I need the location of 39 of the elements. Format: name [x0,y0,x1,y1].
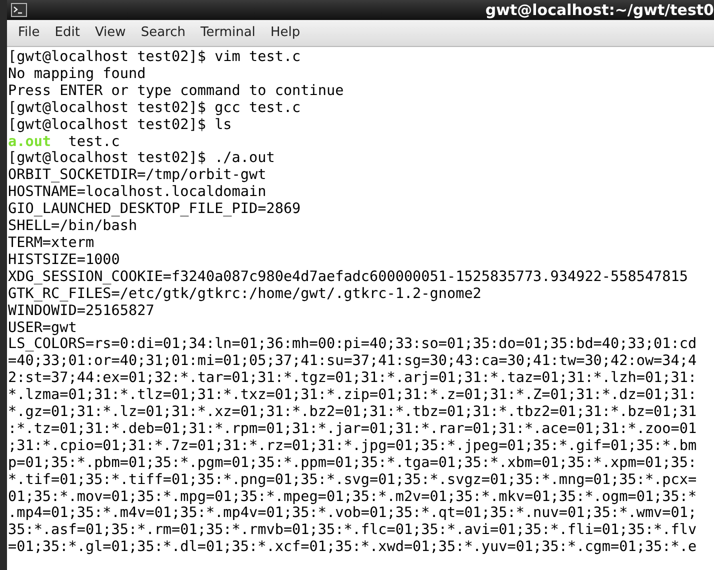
terminal-line: HOSTNAME=localhost.localdomain [8,184,266,202]
terminal-line: TERM=xterm [8,234,94,252]
window-title: gwt@localhost:~/gwt/test0 [485,0,714,20]
terminal-line: HISTSIZE=1000 [8,252,120,269]
menu-item[interactable]: Help [264,23,306,43]
menu-item[interactable]: Edit [48,23,86,43]
terminal-line: :*.tz=01;31:*.deb=01;31:*.rpm=01;31:*.jar=01;31:*.rar=01;31:*.ace=01;31:*.zoo=01 [8,420,697,438]
terminal-line: 2:st=37;44:ex=01;32:*.tar=01;31:*.tgz=01;31:*.arj=01;31:*.taz=01;31:*.lzh=01;31: [8,370,697,388]
terminal-line: *.gz=01;31:*.lz=01;31:*.xz=01;31:*.bz2=01;31:*.tbz=01;31:*.tbz2=01;31:*.bz=01;31 [8,404,697,421]
terminal-line: [gwt@localhost test02]$ ./a.out [8,150,275,168]
terminal-line: LS_COLORS=rs=0:di=01;34:ln=01;36:mh=00:pi=40;33:so=01;35:do=01;35:bd=40;33;01:cd [8,336,697,354]
terminal-line: 35:*.asf=01;35:*.rm=01;35:*.rmvb=01;35:*.flc=01;35:*.avi=01;35:*.fli=01;35:*.flv [8,522,697,540]
terminal-line: [gwt@localhost test02]$ ls [8,116,232,134]
terminal-line: *.tif=01;35:*.tiff=01;35:*.png=01;35:*.svg=01;35:*.svgz=01;35:*.mng=01;35:*.pcx= [8,472,697,489]
terminal-line: [gwt@localhost test02]$ gcc test.c [8,100,301,117]
terminal-icon [11,3,27,17]
terminal-line: WINDOWID=25165827 [8,302,154,320]
menu-item[interactable]: Terminal [194,23,262,43]
terminal-line: SHELL=/bin/bash [8,218,138,235]
terminal-line: ;31:*.cpio=01;31:*.7z=01;31:*.rz=01;31:*.jpg=01;35:*.jpeg=01;35:*.gif=01;35:*.bm [8,438,697,455]
terminal-line: GTK_RC_FILES=/etc/gtk/gtkrc:/home/gwt/.gtkrc-1.2-gnome2 [8,286,482,303]
menu-item[interactable]: File [12,23,46,43]
terminal-line: ORBIT_SOCKETDIR=/tmp/orbit-gwt [8,167,266,184]
terminal-line: p=01;35:*.pbm=01;35:*.pgm=01;35:*.ppm=01;35:*.tga=01;35:*.xbm=01;35:*.xpm=01;35: [8,454,697,472]
terminal-line: [gwt@localhost test02]$ vim test.c [8,49,301,66]
terminal-line: USER=gwt [8,320,77,336]
terminal-line: 01;35:*.mov=01;35:*.mpg=01;35:*.mpeg=01;35:*.m2v=01;35:*.mkv=01;35:*.ogm=01;35:* [8,488,697,506]
terminal-line: =40;33;01:or=40;31;01:mi=01;05;37;41:su=37;41:sg=30;43:ca=30;41:tw=30;42:ow=34;4 [8,353,697,370]
file-name: test.c [68,134,120,150]
terminal-line: GIO_LAUNCHED_DESKTOP_FILE_PID=2869 [8,201,301,218]
terminal-line: =01;35:*.gl=01;35:*.dl=01;35:*.xcf=01;35:*.xwd=01;35:*.yuv=01;35:*.cgm=01;35:*.e [8,539,697,556]
file-name: a.out [8,134,52,150]
terminal-line: XDG_SESSION_COOKIE=f3240a087c980e4d7aefadc600000051-1525835773.934922-558547815 [8,268,688,286]
menu-item[interactable]: View [88,23,132,43]
menu-item[interactable]: Search [134,23,192,43]
terminal-line: Press ENTER or type command to continue [8,82,344,100]
terminal-line: *.lzma=01;31:*.tlz=01;31:*.txz=01;31:*.zip=01;31:*.z=01;31:*.Z=01;31:*.dz=01;31: [8,387,697,404]
terminal-line: .mp4=01;35:*.m4v=01;35:*.mp4v=01;35:*.vob=01;35:*.qt=01;35:*.nuv=01;35:*.wmv=01; [8,505,697,522]
terminal-line: No mapping found [8,66,146,83]
